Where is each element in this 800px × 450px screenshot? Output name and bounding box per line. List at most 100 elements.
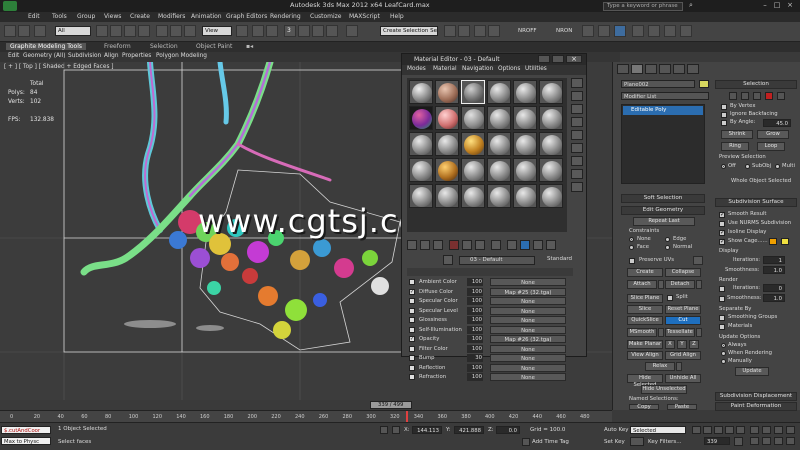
window-crossing-icon[interactable] bbox=[138, 25, 150, 37]
put-to-library-icon[interactable] bbox=[475, 240, 485, 250]
map-amount-spinner[interactable]: 100 bbox=[467, 316, 483, 324]
selection-rollout[interactable]: Selection bbox=[715, 80, 797, 89]
map-amount-spinner[interactable]: 100 bbox=[467, 287, 483, 296]
key-filters-button[interactable]: Key Filters... bbox=[648, 439, 681, 445]
planar-y-button[interactable]: Y bbox=[677, 340, 687, 349]
map-enable-checkbox[interactable] bbox=[409, 298, 415, 304]
ref-coord-dropdown[interactable]: View bbox=[202, 26, 232, 36]
planar-x-button[interactable]: X bbox=[665, 340, 675, 349]
tessellate-settings-button[interactable] bbox=[696, 328, 702, 337]
attach-settings-button[interactable] bbox=[658, 280, 664, 289]
sample-slot[interactable] bbox=[539, 80, 563, 104]
map-enable-checkbox[interactable] bbox=[409, 374, 415, 380]
map-slot-button[interactable]: None bbox=[490, 325, 566, 334]
smooth-result-checkbox[interactable] bbox=[719, 211, 725, 218]
edit-named-selection-icon[interactable] bbox=[346, 25, 358, 37]
map-slot-button[interactable]: None bbox=[490, 344, 566, 353]
detach-settings-button[interactable] bbox=[696, 280, 702, 289]
map-enable-checkbox[interactable] bbox=[409, 307, 415, 314]
select-by-name-icon[interactable] bbox=[110, 25, 122, 37]
relax-settings-button[interactable] bbox=[676, 362, 682, 371]
menu-animation[interactable]: Animation bbox=[191, 13, 222, 20]
subdivision-displacement-rollout[interactable]: Subdivision Displacement bbox=[715, 392, 797, 401]
smoothness-spinner[interactable]: 1.0 bbox=[763, 266, 785, 274]
material-name-field[interactable]: 03 - Default bbox=[459, 256, 535, 265]
absolute-relative-icon[interactable] bbox=[392, 426, 400, 434]
preview-subobj-radio[interactable] bbox=[745, 164, 750, 169]
copy-button[interactable]: Copy bbox=[629, 404, 659, 410]
map-slot-button[interactable]: None bbox=[490, 363, 566, 372]
angle-snap-icon[interactable] bbox=[298, 25, 310, 37]
sample-slot[interactable] bbox=[513, 158, 537, 182]
render-setup-icon[interactable] bbox=[632, 25, 644, 37]
detach-button[interactable]: Detach bbox=[665, 280, 695, 289]
paint-deformation-rollout[interactable]: Paint Deformation bbox=[715, 402, 797, 411]
menu-modifiers[interactable]: Modifiers bbox=[158, 13, 185, 20]
map-amount-spinner[interactable]: 100 bbox=[467, 297, 483, 305]
track-bar[interactable]: 0 20 40 60 80 100 120 140 160 180 200 220 240 260 280 3… bbox=[0, 410, 612, 423]
sample-slot[interactable] bbox=[409, 132, 433, 156]
me-minimize-icon[interactable] bbox=[538, 55, 550, 63]
sample-slot[interactable] bbox=[539, 106, 563, 130]
object-name-field[interactable]: Plane002 bbox=[621, 80, 695, 88]
select-by-material-icon[interactable] bbox=[571, 169, 583, 179]
menu-graph-editors[interactable]: Graph Editors bbox=[226, 13, 267, 20]
planar-z-button[interactable]: Z bbox=[689, 340, 699, 349]
isoline-display-checkbox[interactable] bbox=[719, 229, 725, 236]
sample-uv-tiling-icon[interactable] bbox=[571, 117, 583, 127]
collapse-button[interactable]: Collapse bbox=[665, 268, 701, 277]
loop-button[interactable]: Loop bbox=[757, 142, 785, 151]
tessellate-button[interactable]: Tessellate bbox=[665, 328, 695, 337]
stack-item-editable-poly[interactable]: Editable Poly bbox=[623, 106, 703, 115]
align-icon[interactable] bbox=[458, 25, 470, 37]
material-type-button[interactable]: Standard bbox=[547, 256, 572, 262]
zoom-icon[interactable] bbox=[750, 426, 759, 434]
sample-slot[interactable] bbox=[461, 106, 485, 130]
options-icon[interactable] bbox=[571, 156, 583, 166]
sample-slot[interactable] bbox=[513, 132, 537, 156]
go-to-end-icon[interactable] bbox=[736, 426, 745, 434]
edge-mode-icon[interactable] bbox=[741, 92, 749, 100]
show-map-in-viewport-icon[interactable] bbox=[507, 240, 517, 250]
edit-geometry-rollout[interactable]: Edit Geometry bbox=[621, 206, 705, 215]
iterations-spinner[interactable]: 1 bbox=[763, 256, 785, 264]
sample-slot[interactable] bbox=[461, 80, 485, 104]
grow-button[interactable]: Grow bbox=[757, 130, 789, 139]
current-frame-field[interactable]: 339 bbox=[704, 437, 730, 445]
by-vertex-checkbox[interactable] bbox=[721, 104, 727, 110]
map-slot-button[interactable]: Map #25 (32.tga) bbox=[490, 287, 566, 296]
object-color-swatch[interactable] bbox=[699, 80, 709, 88]
sample-slot[interactable] bbox=[513, 184, 537, 208]
sample-slot[interactable] bbox=[513, 106, 537, 130]
move-icon[interactable] bbox=[156, 25, 168, 37]
render-iterative-icon[interactable] bbox=[680, 25, 692, 37]
layer-manager-icon[interactable] bbox=[474, 25, 486, 37]
play-icon[interactable] bbox=[714, 426, 723, 434]
update-button[interactable]: Update bbox=[735, 367, 769, 376]
rect-selection-icon[interactable] bbox=[124, 25, 136, 37]
quickslice-button[interactable]: QuickSlice bbox=[627, 316, 663, 325]
soft-selection-rollout[interactable]: Soft Selection bbox=[621, 194, 705, 203]
close-icon[interactable]: × bbox=[785, 1, 795, 10]
menu-group[interactable]: Group bbox=[77, 13, 95, 20]
me-menu-material[interactable]: Material bbox=[433, 66, 457, 72]
sample-slot[interactable] bbox=[539, 184, 563, 208]
map-slot-button[interactable]: Map #26 (32.tga) bbox=[490, 335, 566, 343]
graphite-toggle-icon[interactable] bbox=[488, 25, 500, 37]
search-icon[interactable]: ⌕ bbox=[686, 1, 696, 10]
menu-create[interactable]: Create bbox=[130, 13, 150, 20]
subdivision-surface-rollout[interactable]: Subdivision Surface bbox=[715, 198, 797, 207]
orbit-icon[interactable] bbox=[774, 437, 783, 445]
get-material-icon[interactable] bbox=[407, 240, 417, 250]
view-align-button[interactable]: View Align bbox=[627, 351, 663, 360]
map-slot-button[interactable]: None bbox=[490, 306, 566, 315]
render-production-icon[interactable] bbox=[664, 25, 676, 37]
grid-align-button[interactable]: Grid Align bbox=[665, 351, 701, 360]
mirror-icon[interactable] bbox=[444, 25, 456, 37]
always-radio[interactable] bbox=[721, 343, 726, 348]
set-key-icon[interactable] bbox=[630, 437, 644, 446]
sample-slot[interactable] bbox=[461, 184, 485, 208]
map-enable-checkbox[interactable]: ✓ bbox=[409, 288, 415, 295]
tab-object-paint[interactable]: Object Paint bbox=[196, 43, 232, 50]
material-editor-window[interactable]: Material Editor - 03 - Default × Modes M… bbox=[401, 53, 587, 381]
